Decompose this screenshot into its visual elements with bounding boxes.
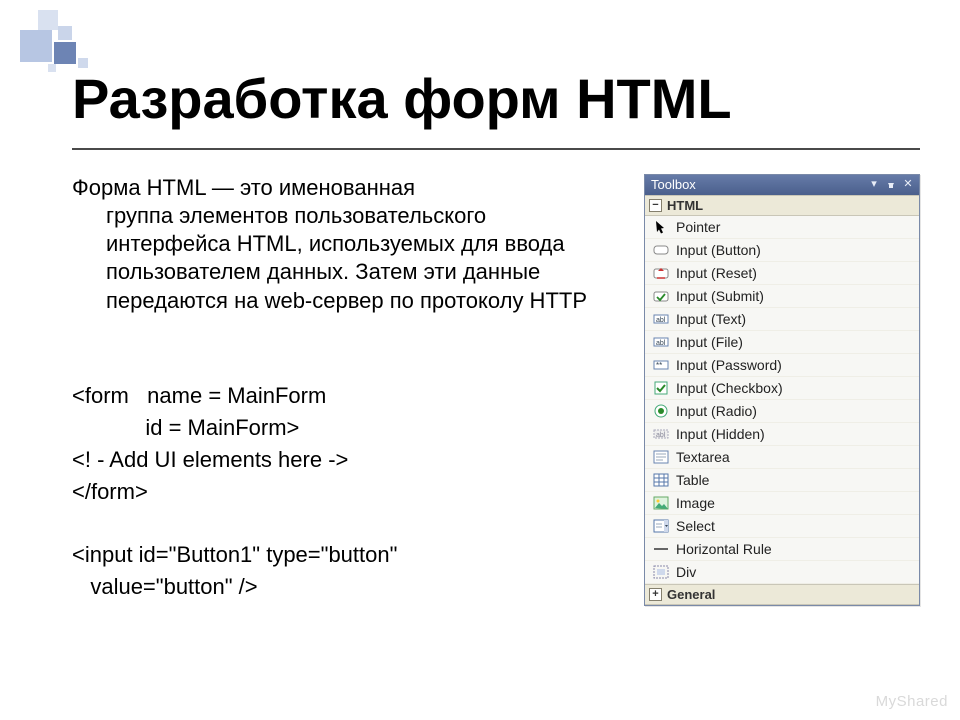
toolbox-section-general[interactable]: + General [645, 584, 919, 605]
toolbox-item[interactable]: Textarea [645, 446, 919, 469]
hr-icon [653, 541, 669, 557]
pin-icon[interactable] [884, 178, 898, 192]
submit-icon [653, 288, 669, 304]
reset-icon [653, 265, 669, 281]
slide-body-text: Форма HTML — это именованная группа элем… [72, 174, 592, 315]
dropdown-icon[interactable]: ▾ [867, 178, 881, 192]
select-icon [653, 518, 669, 534]
svg-text:abl: abl [656, 432, 666, 439]
toolbox-item[interactable]: Input (Button) [645, 239, 919, 262]
toolbox-item-label: Textarea [676, 449, 730, 465]
slide-title: Разработка форм HTML [72, 66, 732, 131]
toolbox-item[interactable]: abl Input (Hidden) [645, 423, 919, 446]
toolbox-item-label: Pointer [676, 219, 720, 235]
collapse-icon[interactable]: − [649, 199, 662, 212]
watermark: MyShared [876, 693, 948, 710]
toolbox-item-label: Input (Button) [676, 242, 761, 258]
toolbox-item-label: Input (File) [676, 334, 743, 350]
text-icon: abl [653, 311, 669, 327]
toolbox-item[interactable]: Select [645, 515, 919, 538]
image-icon [653, 495, 669, 511]
toolbox-item[interactable]: Image [645, 492, 919, 515]
pointer-icon [653, 219, 669, 235]
toolbox-section-label: General [667, 587, 715, 602]
toolbox-item-label: Image [676, 495, 715, 511]
toolbox-item[interactable]: Input (Submit) [645, 285, 919, 308]
toolbox-item[interactable]: Table [645, 469, 919, 492]
div-icon [653, 564, 669, 580]
toolbox-item-list: Pointer Input (Button) Input (Reset) Input … [645, 216, 919, 584]
toolbox-item-label: Select [676, 518, 715, 534]
toolbox-item[interactable]: Input (Checkbox) [645, 377, 919, 400]
toolbox-item-label: Horizontal Rule [676, 541, 772, 557]
toolbox-item-label: Input (Hidden) [676, 426, 765, 442]
toolbox-section-html[interactable]: − HTML [645, 195, 919, 216]
toolbox-section-label: HTML [667, 198, 703, 213]
toolbox-item[interactable]: Input (Radio) [645, 400, 919, 423]
paragraph-rest: группа элементов пользовательского интер… [72, 202, 592, 315]
textarea-icon [653, 449, 669, 465]
toolbox-item-label: Table [676, 472, 709, 488]
toolbox-item-label: Input (Text) [676, 311, 746, 327]
svg-text:abl: abl [656, 340, 666, 347]
toolbox-item[interactable]: ** Input (Password) [645, 354, 919, 377]
toolbox-titlebar[interactable]: Toolbox ▾ ✕ [645, 175, 919, 195]
toolbox-item[interactable]: Pointer [645, 216, 919, 239]
hidden-icon: abl [653, 426, 669, 442]
slide-corner-decoration [20, 4, 112, 74]
svg-text:**: ** [656, 361, 662, 370]
toolbox-item[interactable]: Horizontal Rule [645, 538, 919, 561]
button-icon [653, 242, 669, 258]
close-icon[interactable]: ✕ [901, 178, 915, 192]
toolbox-item-label: Input (Radio) [676, 403, 757, 419]
toolbox-item[interactable]: Input (Reset) [645, 262, 919, 285]
toolbox-item-label: Input (Password) [676, 357, 782, 373]
toolbox-panel: Toolbox ▾ ✕ − HTML Pointer Input (Button)… [644, 174, 920, 606]
toolbox-title-label: Toolbox [651, 177, 696, 192]
title-underline [72, 148, 920, 150]
svg-text:abl: abl [656, 317, 666, 324]
toolbox-item[interactable]: abl Input (File) [645, 331, 919, 354]
toolbox-item-label: Input (Reset) [676, 265, 757, 281]
toolbox-item[interactable]: abl Input (Text) [645, 308, 919, 331]
toolbox-item-label: Input (Submit) [676, 288, 764, 304]
text-icon: abl [653, 334, 669, 350]
checkbox-icon [653, 380, 669, 396]
toolbox-item-label: Input (Checkbox) [676, 380, 783, 396]
code-example: <form name = MainForm id = MainForm> <! … [72, 380, 592, 603]
radio-icon [653, 403, 669, 419]
table-icon [653, 472, 669, 488]
toolbox-item[interactable]: Div [645, 561, 919, 584]
expand-icon[interactable]: + [649, 588, 662, 601]
password-icon: ** [653, 357, 669, 373]
paragraph-first-line: Форма HTML — это именованная [72, 175, 415, 200]
toolbox-item-label: Div [676, 564, 696, 580]
